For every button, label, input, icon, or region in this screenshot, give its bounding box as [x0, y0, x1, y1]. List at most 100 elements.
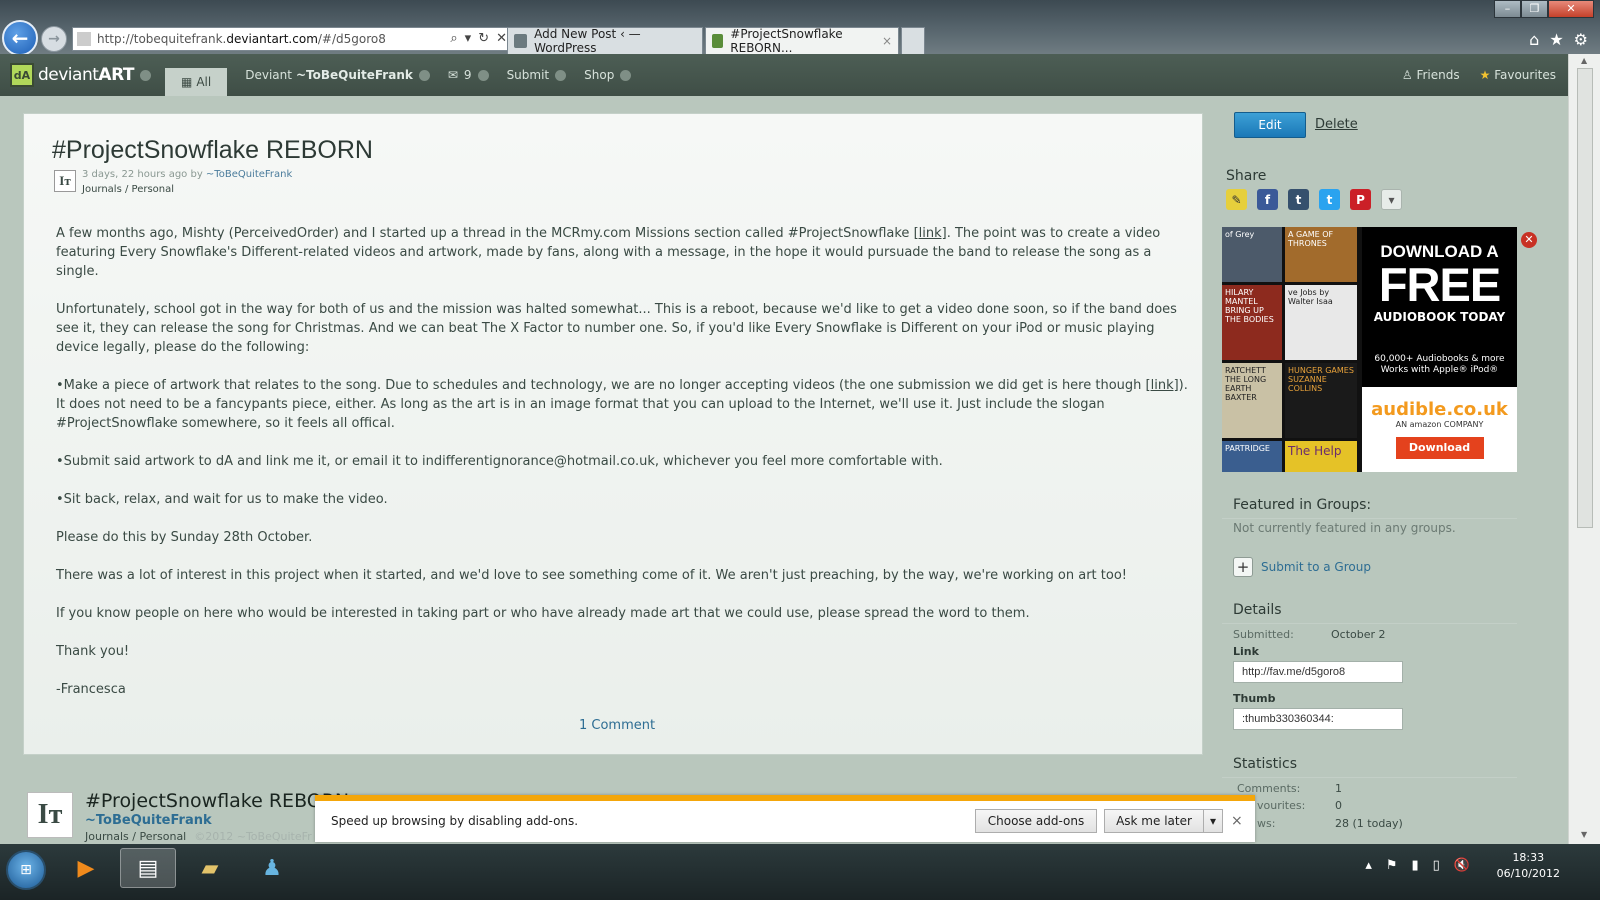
submit-label: Submit	[506, 68, 550, 82]
battery-icon[interactable]: ▯	[1433, 858, 1440, 873]
friends-label: Friends	[1416, 68, 1460, 82]
delete-link[interactable]: Delete	[1315, 117, 1358, 132]
dropdown-icon[interactable]: ▾	[465, 31, 472, 46]
envelope-icon: ✉	[447, 68, 458, 82]
nav-all-label: All	[196, 75, 212, 89]
browser-chrome: ← → http://tobequitefrank. deviantart.com…	[0, 0, 1600, 56]
tools-gear-icon[interactable]: ⚙	[1574, 30, 1588, 49]
deviant-username: ~ToBeQuiteFrank	[295, 68, 413, 82]
ad-cover: HILARY MANTEL BRING UP THE BODIES	[1222, 285, 1282, 360]
edit-button[interactable]: Edit	[1234, 112, 1306, 138]
journal-paragraph: •Sit back, relax, and wait for us to mak…	[56, 492, 388, 507]
tab-projectsnowflake[interactable]: #ProjectSnowflake REBORN... ×	[705, 27, 899, 55]
pinterest-icon[interactable]: P	[1350, 189, 1371, 210]
notification-close-icon[interactable]: ×	[1231, 813, 1243, 829]
post-category[interactable]: Journals / Personal	[82, 182, 292, 197]
nav-shop[interactable]: Shop	[584, 68, 632, 82]
journal-paragraph: There was a lot of interest in this proj…	[56, 568, 1127, 583]
scroll-up-icon[interactable]: ▲	[1581, 56, 1587, 65]
divider	[1222, 777, 1517, 778]
facebook-icon[interactable]: f	[1257, 189, 1278, 210]
tumblr-icon[interactable]: t	[1288, 189, 1309, 210]
twitter-icon[interactable]: t	[1319, 189, 1340, 210]
ad-cover: PARTRIDGE	[1222, 441, 1282, 472]
window-close-button[interactable]: ✕	[1548, 0, 1594, 18]
shop-dropdown-icon	[620, 69, 632, 81]
shop-label: Shop	[584, 68, 615, 82]
address-bar[interactable]: http://tobequitefrank. deviantart.com/#/d…	[72, 27, 512, 51]
scrollbar-thumb[interactable]	[1577, 68, 1593, 528]
logo-text-a: deviant	[38, 65, 99, 85]
favourites-label: Favourites	[1494, 68, 1556, 82]
action-center-flag-icon[interactable]: ⚑	[1386, 858, 1398, 873]
url-prefix: http://tobequitefrank.	[97, 32, 227, 46]
more-share-dropdown-icon[interactable]: ▾	[1381, 189, 1402, 210]
forward-button[interactable]: →	[41, 26, 67, 52]
nav-all-tab[interactable]: ▦ All	[165, 68, 228, 96]
messenger-icon[interactable]: ♟	[244, 848, 300, 888]
favorites-star-icon[interactable]: ★	[1549, 30, 1563, 49]
ad-cover: The Help	[1285, 441, 1357, 472]
sticky-category-text[interactable]: Journals / Personal	[85, 830, 186, 843]
tab-close-icon[interactable]: ×	[882, 34, 892, 48]
stat-comments-value: 1	[1335, 782, 1342, 795]
sticky-username[interactable]: ~ToBeQuiteFrank	[85, 813, 212, 828]
statistics-heading: Statistics	[1233, 756, 1297, 772]
stop-icon[interactable]: ✕	[496, 31, 507, 46]
audible-ad[interactable]: of Grey A GAME OF THRONES HILARY MANTEL …	[1222, 227, 1517, 472]
inline-link[interactable]: [link]	[914, 226, 947, 241]
new-tab-button[interactable]	[901, 27, 925, 54]
link-field[interactable]	[1233, 661, 1403, 683]
ad-download-button[interactable]: Download	[1395, 437, 1484, 459]
divider	[1222, 623, 1517, 624]
addons-notification-bar: Speed up browsing by disabling add-ons. …	[315, 795, 1255, 842]
deviantart-logo[interactable]: dA deviantART	[10, 63, 134, 87]
plus-icon: +	[1233, 557, 1253, 577]
taskbar-browser-icon[interactable]: ▤	[120, 848, 176, 888]
home-icon[interactable]: ⌂	[1529, 30, 1539, 49]
ask-me-later-button[interactable]: Ask me later	[1104, 809, 1204, 833]
comments-link[interactable]: 1 Comment	[579, 718, 655, 733]
tray-expand-icon[interactable]: ▴	[1365, 858, 1372, 873]
share-notes-icon[interactable]: ✎	[1226, 189, 1247, 210]
tab-wordpress[interactable]: Add New Post ‹ — WordPress	[507, 27, 703, 55]
nav-favourites[interactable]: ★ Favourites	[1480, 68, 1556, 82]
inline-link[interactable]: [link]	[1146, 378, 1179, 393]
nav-messages[interactable]: ✉ 9	[448, 68, 489, 82]
start-button[interactable]: ⊞	[6, 850, 46, 890]
author-avatar[interactable]: Iт	[54, 170, 76, 192]
page-scrollbar[interactable]: ▲ ▼	[1568, 54, 1600, 844]
nav-submit[interactable]: Submit	[507, 68, 567, 82]
sticky-avatar[interactable]: Iт	[27, 792, 73, 838]
ask-later-dropdown-icon[interactable]: ▾	[1203, 809, 1223, 833]
choose-addons-button[interactable]: Choose add-ons	[975, 809, 1097, 833]
url-host: deviantart.com	[226, 32, 318, 46]
submit-to-group-button[interactable]: + Submit to a Group	[1233, 557, 1371, 577]
journal-container: #ProjectSnowflake REBORN Iт 3 days, 22 h…	[23, 113, 1203, 755]
page-title: #ProjectSnowflake REBORN	[52, 136, 373, 164]
thumb-field[interactable]	[1233, 708, 1403, 730]
system-clock[interactable]: 18:33 06/10/2012	[1497, 850, 1560, 882]
ad-cover: A GAME OF THRONES	[1285, 227, 1357, 282]
nav-friends[interactable]: ♙ Friends	[1402, 68, 1460, 82]
deviant-label: Deviant	[245, 68, 292, 82]
ad-cover: ve Jobs by Walter Isaa	[1285, 285, 1357, 360]
page-favicon-icon	[77, 32, 91, 46]
post-author-link[interactable]: ~ToBeQuiteFrank	[206, 169, 292, 180]
maximize-button[interactable]: ❐	[1521, 0, 1548, 18]
minimize-button[interactable]: –	[1494, 0, 1521, 18]
scroll-down-icon[interactable]: ▼	[1581, 830, 1587, 839]
network-signal-icon[interactable]: ▮	[1412, 858, 1419, 873]
back-arrow-icon: ←	[11, 26, 29, 50]
audible-logo: audible.co.uk	[1371, 399, 1508, 420]
ad-close-icon[interactable]: ✕	[1521, 232, 1537, 248]
logo-dropdown-icon[interactable]	[140, 69, 151, 81]
volume-muted-icon[interactable]: 🔇	[1454, 858, 1470, 873]
media-player-icon[interactable]: ▶	[58, 848, 114, 888]
refresh-icon[interactable]: ↻	[478, 31, 489, 46]
deviantart-navbar: dA deviantART ▦ All Deviant ~ToBeQuiteFr…	[0, 54, 1568, 96]
explorer-folder-icon[interactable]: ▰	[182, 848, 238, 888]
search-icon[interactable]: ⌕	[450, 31, 457, 46]
back-button[interactable]: ←	[2, 20, 38, 56]
nav-deviant-menu[interactable]: Deviant ~ToBeQuiteFrank	[245, 68, 430, 82]
